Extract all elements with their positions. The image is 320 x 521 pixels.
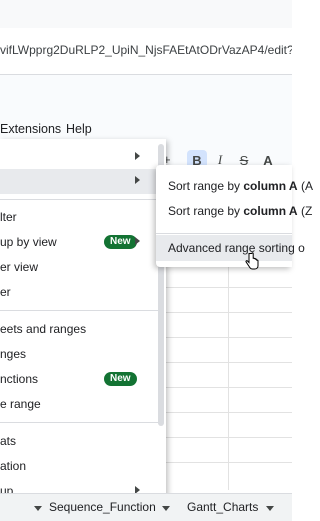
menu-item-label: lter bbox=[0, 210, 17, 224]
url-text[interactable]: vifLWpprg2DuRLP2_UpiN_NjsFAEtAtODrVazAP4… bbox=[0, 43, 292, 57]
grid-line bbox=[158, 337, 292, 338]
sheet-tab-gantt-charts[interactable]: Gantt_Charts bbox=[187, 500, 258, 514]
menu-item-filter[interactable]: lter bbox=[0, 205, 158, 230]
menu-item-column-stats[interactable]: ats bbox=[0, 429, 158, 454]
menu-item-data-validation[interactable]: ation bbox=[0, 454, 158, 479]
new-badge: New bbox=[104, 372, 137, 386]
sort-range-z-to-a[interactable]: Sort range by column A (Z bbox=[156, 198, 312, 224]
menu-item-named-functions[interactable]: nctions New bbox=[0, 367, 158, 392]
sort-range-submenu: Sort range by column A (A Sort range by … bbox=[156, 165, 313, 267]
sheet-tab-sequence-function[interactable]: Sequence_Function bbox=[49, 500, 156, 514]
menu-item-protect-sheets[interactable]: eets and ranges bbox=[0, 317, 158, 342]
data-menu: lter up by view New er view er eets and … bbox=[0, 139, 166, 501]
menu-item-named-ranges[interactable]: nges bbox=[0, 342, 158, 367]
hand-pointer-icon bbox=[245, 252, 259, 270]
sheet-menu-arrow-icon[interactable] bbox=[162, 506, 170, 511]
submenu-arrow-icon bbox=[135, 152, 140, 160]
sort-range-a-to-z[interactable]: Sort range by column A (A bbox=[156, 173, 313, 199]
menu-separator bbox=[0, 310, 158, 311]
submenu-item-label: Sort range by column A (Z bbox=[168, 204, 313, 218]
menu-item-label: ation bbox=[0, 459, 27, 473]
menu-item-slicer[interactable]: er bbox=[0, 280, 158, 305]
browser-tab-strip bbox=[0, 0, 292, 28]
menu-item-label: er view bbox=[0, 260, 39, 274]
sheet-menu-arrow-icon[interactable] bbox=[34, 506, 42, 511]
submenu-separator bbox=[156, 233, 292, 234]
menu-item-label: eets and ranges bbox=[0, 322, 87, 336]
menu-item-label: ats bbox=[0, 434, 17, 448]
grid-line bbox=[158, 437, 292, 438]
menu-item-randomize-range[interactable]: e range bbox=[0, 392, 158, 417]
grid-line bbox=[158, 387, 292, 388]
menu-item-1[interactable] bbox=[0, 145, 158, 170]
submenu-item-label: Sort range by column A (A bbox=[168, 179, 313, 193]
grid-line bbox=[158, 412, 292, 413]
menu-extensions[interactable]: Extensions bbox=[0, 122, 61, 136]
menu-item-label: nctions bbox=[0, 372, 39, 386]
menu-item-label: er bbox=[0, 285, 11, 299]
sheet-menu-arrow-icon[interactable] bbox=[266, 506, 274, 511]
menu-separator bbox=[0, 422, 158, 423]
menu-item-label: e range bbox=[0, 397, 41, 411]
menu-item-filter-view[interactable]: er view bbox=[0, 255, 158, 280]
menu-item-label: nges bbox=[0, 347, 27, 361]
grid-line bbox=[158, 287, 292, 288]
submenu-arrow-icon bbox=[135, 176, 140, 184]
menu-help[interactable]: Help bbox=[66, 122, 92, 136]
menu-item-label: up by view bbox=[0, 235, 57, 249]
grid-line bbox=[158, 462, 292, 463]
submenu-arrow-icon bbox=[135, 237, 140, 245]
menu-item-group-by-view[interactable]: up by view New bbox=[0, 230, 158, 255]
submenu-item-label: Advanced range sorting o bbox=[168, 241, 305, 255]
grid-line bbox=[228, 262, 229, 490]
menu-item-sort-range[interactable] bbox=[0, 169, 158, 194]
new-badge: New bbox=[104, 235, 137, 249]
grid-line bbox=[158, 362, 292, 363]
advanced-range-sorting[interactable]: Advanced range sorting o bbox=[156, 235, 305, 261]
menu-separator bbox=[0, 199, 158, 200]
grid-line bbox=[158, 312, 292, 313]
